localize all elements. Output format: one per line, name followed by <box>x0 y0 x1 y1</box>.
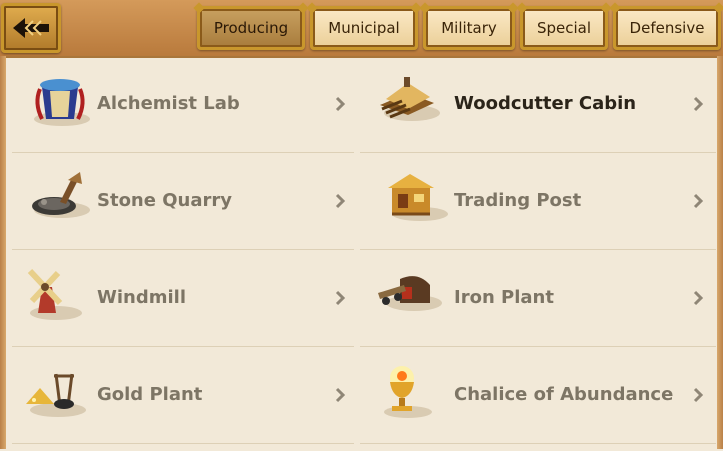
back-button[interactable] <box>1 3 61 53</box>
building-item-stone-quarry[interactable]: Stone Quarry <box>12 154 354 250</box>
iron-plant-icon <box>378 276 442 311</box>
stone-quarry-icon <box>32 172 90 218</box>
chalice-of-abundance-icon <box>384 366 432 418</box>
building-item-trading-post[interactable]: Trading Post <box>360 154 716 250</box>
building-name: Alchemist Lab <box>97 93 240 114</box>
tab-label: Defensive <box>629 19 705 37</box>
building-name: Iron Plant <box>454 287 554 308</box>
tab-label: Producing <box>213 19 289 37</box>
building-name: Trading Post <box>454 190 582 211</box>
windmill-icon <box>27 268 82 320</box>
building-item-alchemist-lab[interactable]: Alchemist Lab <box>12 57 354 153</box>
tab-defensive[interactable]: Defensive <box>613 6 721 50</box>
building-name: Woodcutter Cabin <box>454 93 637 114</box>
tab-label: Special <box>536 19 592 37</box>
tab-military[interactable]: Military <box>423 6 515 50</box>
panel-edge-left <box>0 56 6 449</box>
chevron-right-icon <box>335 96 346 112</box>
chevron-right-icon <box>693 96 704 112</box>
panel-edge-right <box>717 56 723 449</box>
building-item-windmill[interactable]: Windmill <box>12 251 354 347</box>
building-name: Stone Quarry <box>97 190 232 211</box>
building-item-iron-plant[interactable]: Iron Plant <box>360 251 716 347</box>
chevron-right-icon <box>335 387 346 403</box>
trading-post-icon <box>388 174 448 221</box>
tab-municipal[interactable]: Municipal <box>310 6 418 50</box>
chevron-right-icon <box>693 290 704 306</box>
building-name: Gold Plant <box>97 384 203 405</box>
building-name: Windmill <box>97 287 186 308</box>
tab-producing[interactable]: Producing <box>197 6 305 50</box>
building-name: Chalice of Abundance <box>454 384 674 405</box>
chevron-right-icon <box>693 193 704 209</box>
building-item-chalice-of-abundance[interactable]: Chalice of Abundance <box>360 348 716 444</box>
chevron-right-icon <box>335 193 346 209</box>
tab-label: Municipal <box>328 19 400 37</box>
tab-special[interactable]: Special <box>520 6 608 50</box>
chevron-right-icon <box>335 290 346 306</box>
tab-label: Military <box>441 19 497 37</box>
chevron-right-icon <box>693 387 704 403</box>
building-item-woodcutter-cabin[interactable]: Woodcutter Cabin <box>360 57 716 153</box>
woodcutter-cabin-icon <box>380 77 440 121</box>
alchemist-lab-icon <box>34 79 90 126</box>
building-item-gold-plant[interactable]: Gold Plant <box>12 348 354 444</box>
back-arrow-icon <box>13 18 49 38</box>
gold-plant-icon <box>26 373 86 417</box>
